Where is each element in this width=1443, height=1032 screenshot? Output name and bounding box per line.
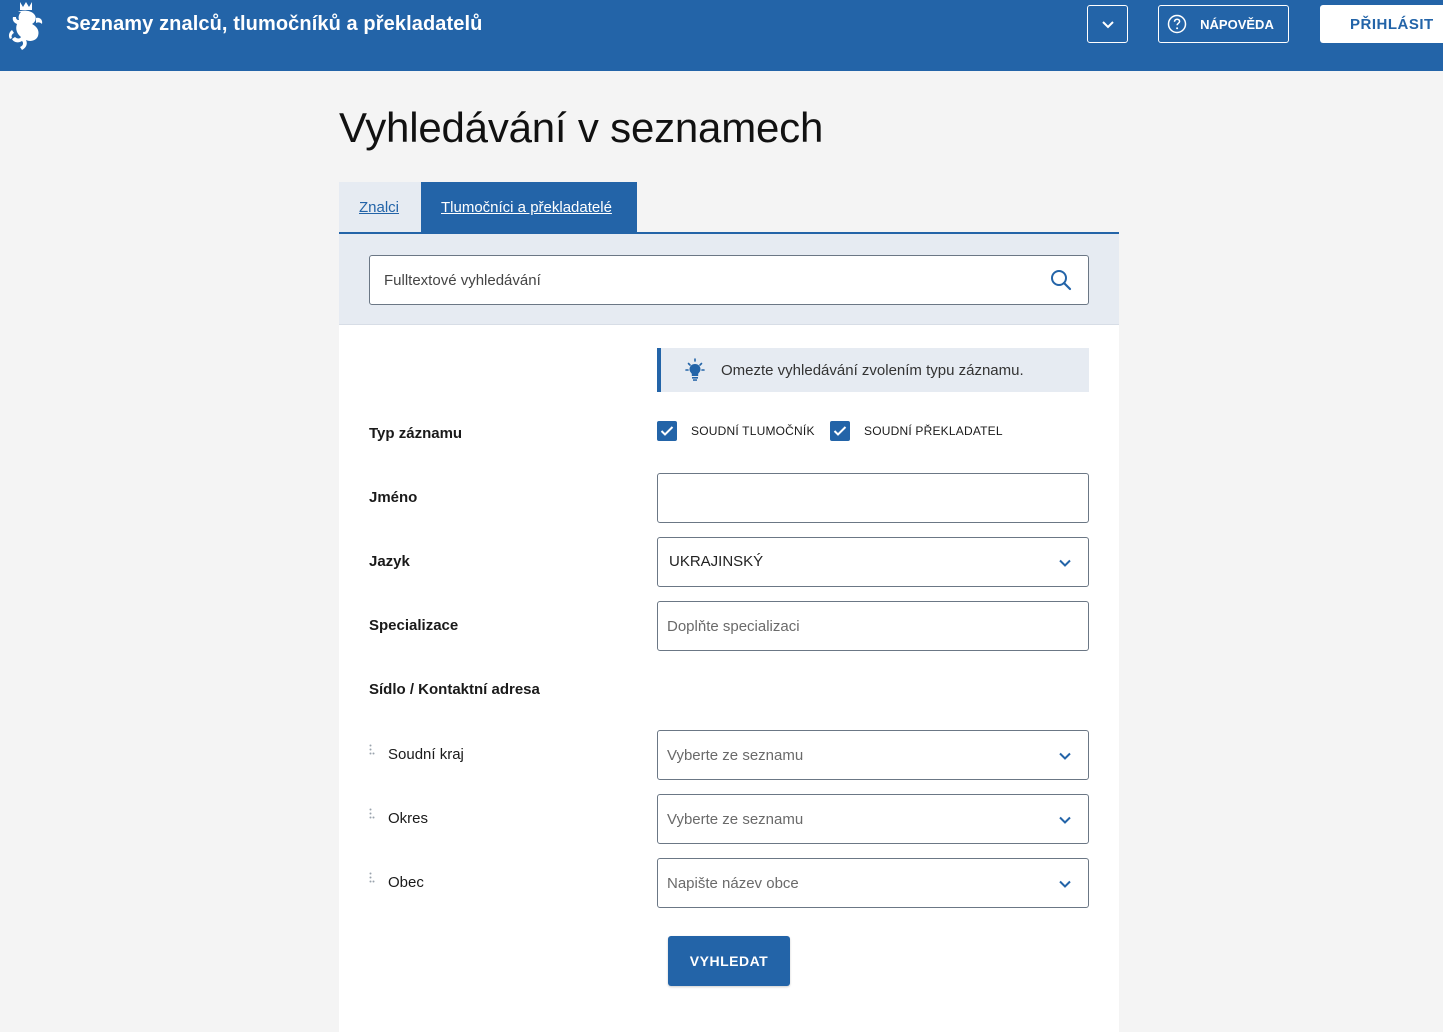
checkbox-label: SOUDNÍ TLUMOČNÍK [691, 424, 815, 438]
top-bar: Seznamy znalců, tlumočníků a překladatel… [0, 0, 1443, 71]
drag-handle-icon [369, 744, 375, 755]
name-label: Jméno [369, 489, 418, 506]
municipality-label: Obec [388, 874, 424, 891]
region-select[interactable]: Vyberte ze seznamu [657, 730, 1089, 780]
address-section-label: Sídlo / Kontaktní adresa [369, 681, 540, 698]
question-circle-icon [1167, 14, 1187, 34]
checkbox-court-translator[interactable]: SOUDNÍ PŘEKLADATEL [830, 421, 1003, 441]
checkbox-label: SOUDNÍ PŘEKLADATEL [864, 424, 1003, 438]
specialization-label: Specializace [369, 617, 459, 634]
checkbox-box[interactable] [830, 421, 850, 441]
tab-interpreters-translators[interactable]: Tlumočníci a překladatelé [421, 182, 637, 232]
municipality-combobox [657, 858, 1089, 908]
header-menu-dropdown[interactable] [1087, 5, 1128, 43]
region-placeholder: Vyberte ze seznamu [667, 747, 804, 764]
chevron-down-icon [1059, 752, 1071, 760]
help-label: NÁPOVĚDA [1200, 16, 1274, 32]
checkbox-court-interpreter[interactable]: SOUDNÍ TLUMOČNÍK [657, 421, 815, 441]
district-label: Okres [388, 810, 429, 827]
czech-lion-logo[interactable] [6, 0, 48, 52]
municipality-input[interactable] [658, 859, 1048, 907]
chevron-down-icon [1059, 816, 1071, 824]
language-select[interactable]: UKRAJINSKÝ [657, 537, 1089, 587]
hint-banner: Omezte vyhledávání zvolením typu záznamu… [657, 348, 1089, 392]
checkbox-box[interactable] [657, 421, 677, 441]
chevron-down-icon [1101, 21, 1114, 29]
district-select[interactable]: Vyberte ze seznamu [657, 794, 1089, 844]
language-selected-value: UKRAJINSKÝ [669, 553, 764, 570]
hint-text: Omezte vyhledávání zvolením typu záznamu… [721, 361, 1024, 379]
checkmark-icon [833, 426, 847, 436]
region-label: Soudní kraj [388, 746, 464, 763]
drag-handle-icon [369, 872, 375, 883]
login-button[interactable]: PŘIHLÁSIT [1320, 5, 1443, 43]
specialization-input[interactable] [658, 602, 1088, 650]
search-submit-button[interactable]: VYHLEDAT [668, 936, 790, 986]
tab-experts[interactable]: Znalci [339, 182, 421, 232]
fulltext-search-input[interactable] [370, 256, 1040, 304]
name-field [657, 473, 1089, 523]
app-title[interactable]: Seznamy znalců, tlumočníků a překladatel… [66, 13, 482, 36]
language-label: Jazyk [369, 553, 410, 570]
specialization-field [657, 601, 1089, 651]
chevron-down-icon [1059, 559, 1071, 567]
lightbulb-icon [685, 358, 705, 381]
chevron-down-icon[interactable] [1058, 877, 1072, 891]
fulltext-search-band [339, 234, 1119, 325]
checkmark-icon [660, 426, 674, 436]
drag-handle-icon [369, 808, 375, 819]
search-tabs: Znalci Tlumočníci a překladatelé [339, 182, 637, 232]
district-placeholder: Vyberte ze seznamu [667, 811, 804, 828]
page-title: Vyhledávání v seznamech [339, 104, 824, 151]
name-input[interactable] [658, 474, 1088, 522]
help-button[interactable]: NÁPOVĚDA [1158, 5, 1289, 43]
record-type-label: Typ záznamu [369, 425, 463, 442]
search-form: Omezte vyhledávání zvolením typu záznamu… [339, 325, 1119, 1032]
search-icon[interactable] [1050, 269, 1072, 291]
fulltext-search-box [369, 255, 1089, 305]
